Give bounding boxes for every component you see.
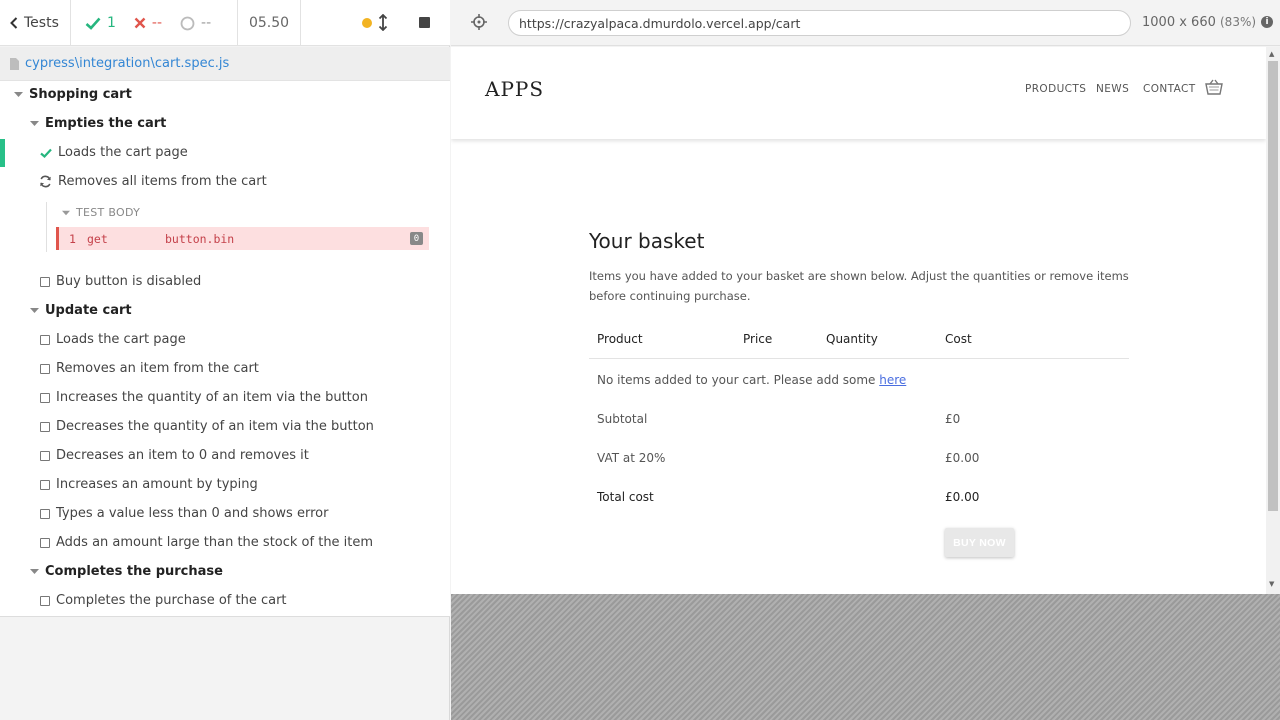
test-loads-cart-page-passed[interactable]: Loads the cart page <box>40 138 188 167</box>
running-indicator-icon <box>362 18 372 28</box>
caret-down-icon <box>14 92 23 97</box>
site-logo[interactable]: APPS <box>485 77 544 101</box>
scrollbar-thumb[interactable] <box>1268 61 1278 511</box>
command-message: button.bin <box>165 231 235 246</box>
page-title: Your basket <box>589 229 705 253</box>
suite-shopping-cart[interactable]: Shopping cart <box>14 80 132 109</box>
x-icon <box>134 17 146 29</box>
vat-label: VAT at 20% <box>597 451 666 465</box>
test-removes-all-items-running[interactable]: Removes all items from the cart <box>39 167 267 196</box>
test-completes-purchase[interactable]: Completes the purchase of the cart <box>40 586 287 615</box>
test-buy-button-disabled[interactable]: Buy button is disabled <box>40 267 201 296</box>
subtotal-value: £0 <box>945 412 961 426</box>
passed-count: 1 <box>85 15 116 31</box>
caret-down-icon <box>30 569 39 574</box>
aut-url-bar: https://crazyalpaca.dmurdolo.vercel.app/… <box>451 0 1280 46</box>
test-removes-an-item[interactable]: Removes an item from the cart <box>40 354 259 383</box>
test-decreases-to-zero[interactable]: Decreases an item to 0 and removes it <box>40 441 309 470</box>
viewport-outside-area <box>451 594 1280 720</box>
scroll-down-icon[interactable]: ▼ <box>1269 580 1274 588</box>
test-stats: 1 -- -- <box>71 0 238 46</box>
app-under-test-panel: https://crazyalpaca.dmurdolo.vercel.app/… <box>451 0 1280 720</box>
selector-playground-icon[interactable] <box>471 14 487 30</box>
command-log-guide <box>46 202 47 252</box>
info-icon[interactable]: i <box>1261 16 1273 28</box>
column-price: Price <box>743 332 773 346</box>
nav-news[interactable]: NEWS <box>1096 83 1129 95</box>
caret-down-icon <box>62 210 70 215</box>
stop-button[interactable] <box>419 17 430 28</box>
back-to-tests-button[interactable]: Tests <box>0 0 71 46</box>
caret-down-icon <box>30 121 39 126</box>
column-product: Product <box>597 332 643 346</box>
pending-square-icon <box>40 595 50 606</box>
test-tree: Shopping cart Empties the cart Loads the… <box>0 81 450 617</box>
subtotal-label: Subtotal <box>597 412 648 426</box>
vat-value: £0.00 <box>945 451 980 465</box>
check-icon <box>85 17 101 30</box>
file-icon <box>10 57 19 70</box>
command-log-row[interactable]: 1 get button.bin 0 <box>56 227 429 250</box>
back-label: Tests <box>24 15 59 31</box>
buy-now-button[interactable]: BUY NOW <box>945 528 1014 557</box>
active-test-indicator <box>0 139 5 167</box>
basket-description: Items you have added to your basket are … <box>589 269 1129 303</box>
site-header: APPS PRODUCTS NEWS CONTACT <box>451 47 1266 139</box>
suite-update-cart[interactable]: Update cart <box>30 296 132 325</box>
spec-file-bar: cypress\integration\cart.spec.js <box>0 47 450 81</box>
test-value-less-than-zero[interactable]: Types a value less than 0 and shows erro… <box>40 499 328 528</box>
test-loads-cart-page[interactable]: Loads the cart page <box>40 325 186 354</box>
pending-square-icon <box>40 421 50 432</box>
test-increases-by-typing[interactable]: Increases an amount by typing <box>40 470 258 499</box>
suite-empties-the-cart[interactable]: Empties the cart <box>30 109 166 138</box>
test-increases-quantity-button[interactable]: Increases the quantity of an item via th… <box>40 383 368 412</box>
check-icon <box>40 148 52 158</box>
total-value: £0.00 <box>945 490 980 504</box>
duration: 05.50 <box>238 0 301 46</box>
test-body-header[interactable]: TEST BODY <box>62 206 140 219</box>
empty-cart-message: No items added to your cart. Please add … <box>597 373 907 387</box>
total-label: Total cost <box>597 490 654 504</box>
spec-path-link[interactable]: cypress\integration\cart.spec.js <box>25 56 229 71</box>
table-divider <box>589 358 1129 359</box>
pending-square-icon <box>40 392 50 403</box>
command-name: get <box>87 231 108 246</box>
nav-products[interactable]: PRODUCTS <box>1025 83 1086 95</box>
viewport-info[interactable]: 1000 x 660 (83%) <box>1142 15 1256 30</box>
scroll-up-icon[interactable]: ▲ <box>1269 50 1274 58</box>
test-decreases-quantity-button[interactable]: Decreases the quantity of an item via th… <box>40 412 374 441</box>
pending-count: -- <box>180 15 211 31</box>
caret-down-icon <box>30 308 39 313</box>
basket-icon[interactable] <box>1205 79 1223 95</box>
pending-square-icon <box>40 479 50 490</box>
auto-scroll-icon[interactable] <box>378 14 388 31</box>
suite-completes-purchase[interactable]: Completes the purchase <box>30 557 223 586</box>
nav-contact[interactable]: CONTACT <box>1143 83 1196 95</box>
aut-iframe: APPS PRODUCTS NEWS CONTACT Your basket I… <box>451 47 1280 594</box>
pending-square-icon <box>40 363 50 374</box>
pending-square-icon <box>40 276 50 287</box>
command-number: 1 <box>69 231 76 246</box>
chevron-left-icon <box>10 17 18 29</box>
pending-square-icon <box>40 334 50 345</box>
add-items-link[interactable]: here <box>879 373 906 387</box>
spinner-icon <box>180 16 195 30</box>
pending-square-icon <box>40 537 50 548</box>
column-quantity: Quantity <box>826 332 878 346</box>
pending-square-icon <box>40 450 50 461</box>
test-runner-panel: Tests 1 -- -- 05.50 cypress\integration\… <box>0 0 450 720</box>
url-field[interactable]: https://crazyalpaca.dmurdolo.vercel.app/… <box>508 10 1131 36</box>
pending-square-icon <box>40 508 50 519</box>
aut-scrollbar[interactable]: ▲ ▼ <box>1266 47 1280 594</box>
column-cost: Cost <box>945 332 972 346</box>
failed-count: -- <box>134 15 162 31</box>
test-amount-larger-than-stock[interactable]: Adds an amount large than the stock of t… <box>40 528 373 557</box>
refresh-icon <box>40 175 51 188</box>
element-count-badge: 0 <box>410 232 423 245</box>
